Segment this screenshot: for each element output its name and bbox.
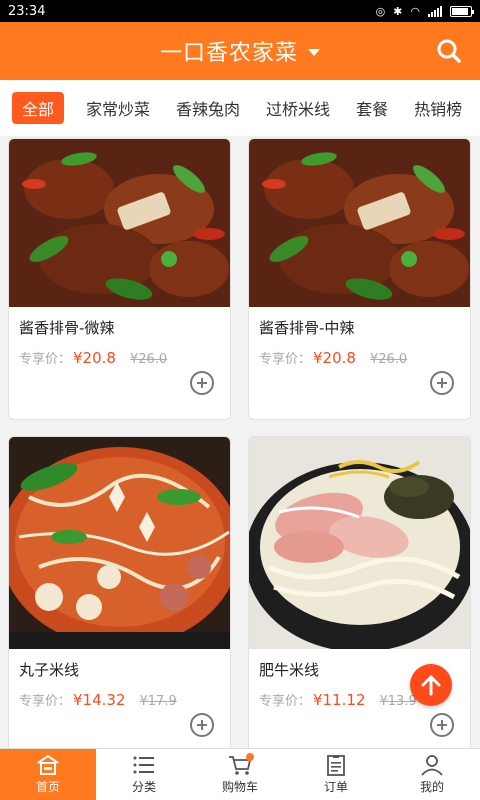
original-price: ¥26.0 — [129, 352, 168, 367]
nav-cart[interactable]: 购物车 — [192, 749, 288, 800]
tab-bestsellers[interactable]: 热销榜 — [402, 92, 474, 124]
nav-label: 分类 — [131, 780, 156, 794]
price-label: 专享价： — [259, 694, 312, 709]
tab-rice-noodles[interactable]: 过桥米线 — [254, 92, 342, 124]
price-label: 专享价： — [19, 694, 72, 709]
tab-all[interactable]: 全部 — [12, 92, 65, 124]
nav-label: 购物车 — [221, 780, 258, 794]
category-tabs: 全部 家常炒菜 香辣兔肉 过桥米线 套餐 热销榜 — [0, 80, 480, 136]
cart-badge-dot — [246, 753, 254, 761]
status-bar: 23:34 ◎ ✱ ◠ — [0, 0, 480, 22]
product-card[interactable]: 丸子米线 专享价： ¥14.32 ¥17.9 — [8, 436, 231, 748]
price: ¥20.8 — [313, 349, 356, 367]
list-icon — [133, 756, 154, 774]
bottom-navigation: 首页 分类 购物车 订单 我的 — [0, 748, 480, 800]
price: ¥20.8 — [73, 349, 116, 367]
signal-icon — [428, 5, 442, 17]
price-label: 专享价： — [259, 352, 312, 367]
battery-icon — [450, 5, 474, 17]
price: ¥11.12 — [313, 691, 366, 709]
product-card[interactable]: 酱香排骨-中辣 专享价： ¥20.8 ¥26.0 — [248, 138, 471, 420]
store-selector[interactable]: 一口香农家菜 — [160, 35, 320, 67]
status-time: 23:34 — [8, 3, 46, 19]
product-card[interactable]: 酱香排骨-微辣 专享价： ¥20.8 ¥26.0 — [8, 138, 231, 420]
product-name: 丸子米线 — [19, 661, 80, 679]
product-name: 酱香排骨-中辣 — [259, 319, 355, 337]
add-to-cart-icon[interactable] — [430, 371, 454, 395]
nav-label: 我的 — [419, 780, 444, 794]
nav-home[interactable]: 首页 — [0, 749, 96, 800]
chevron-down-icon — [308, 49, 320, 56]
tab-set-meals[interactable]: 套餐 — [344, 92, 400, 124]
nav-orders[interactable]: 订单 — [288, 749, 384, 800]
nav-profile[interactable]: 我的 — [384, 749, 480, 800]
price: ¥14.32 — [73, 691, 126, 709]
nav-label: 首页 — [35, 780, 60, 794]
search-icon[interactable] — [436, 38, 462, 64]
product-name: 酱香排骨-微辣 — [19, 319, 115, 337]
page-title: 一口香农家菜 — [159, 41, 298, 66]
user-icon — [421, 755, 443, 776]
product-image — [9, 437, 230, 649]
add-to-cart-icon[interactable] — [190, 371, 214, 395]
product-image — [249, 437, 470, 649]
price-label: 专享价： — [19, 352, 72, 367]
nav-category[interactable]: 分类 — [96, 749, 192, 800]
add-to-cart-icon[interactable] — [430, 713, 454, 737]
bluetooth-icon: ✱ — [393, 4, 403, 18]
status-icons: ◎ ✱ ◠ — [375, 4, 474, 18]
original-price: ¥17.9 — [139, 694, 177, 709]
app-header: 一口香农家菜 — [0, 22, 480, 80]
clipboard-icon — [327, 755, 345, 776]
product-image — [249, 139, 470, 307]
price-row: 专享价： ¥14.32 ¥17.9 — [9, 680, 230, 709]
original-price: ¥13.9 — [379, 694, 417, 709]
add-to-cart-icon[interactable] — [190, 713, 214, 737]
home-icon — [37, 754, 59, 775]
original-price: ¥26.0 — [369, 352, 408, 367]
tab-home-dishes[interactable]: 家常炒菜 — [74, 92, 162, 124]
arrow-up-icon — [421, 675, 441, 696]
tab-spicy-rabbit[interactable]: 香辣兔肉 — [164, 92, 252, 124]
alarm-icon: ◎ — [375, 4, 386, 18]
product-image — [9, 139, 230, 307]
price-row: 专享价： ¥20.8 ¥26.0 — [9, 338, 230, 367]
nav-label: 订单 — [323, 780, 348, 794]
wifi-icon: ◠ — [410, 4, 420, 18]
price-row: 专享价： ¥20.8 ¥26.0 — [249, 338, 470, 367]
product-grid: 酱香排骨-微辣 专享价： ¥20.8 ¥26.0 酱香排骨-中辣 专享价： ¥2… — [0, 136, 480, 748]
scroll-to-top-button[interactable] — [410, 664, 452, 706]
